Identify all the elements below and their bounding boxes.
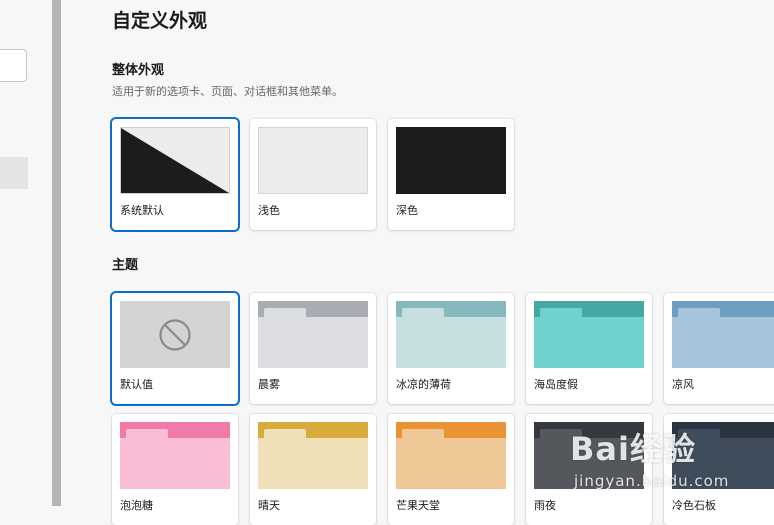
theme-tab xyxy=(540,308,582,320)
theme-label: 冰凉的薄荷 xyxy=(396,378,451,391)
theme-label: 海岛度假 xyxy=(534,378,578,391)
theme-label: 凉风 xyxy=(672,378,694,391)
theme-card-default[interactable]: 默认值 xyxy=(112,293,238,404)
theme-label: 晴天 xyxy=(258,499,280,512)
theme-card-morning-fog[interactable]: 晨雾 xyxy=(250,293,376,404)
theme-preview xyxy=(672,422,774,489)
theme-card-cool-mint[interactable]: 冰凉的薄荷 xyxy=(388,293,514,404)
theme-tab xyxy=(678,308,720,320)
theme-preview xyxy=(396,301,506,368)
theme-card-bubblegum[interactable]: 泡泡糖 xyxy=(112,414,238,525)
pane-divider xyxy=(52,0,61,506)
theme-label: 冷色石板 xyxy=(672,499,716,512)
theme-label: 泡泡糖 xyxy=(120,499,153,512)
system-default-swatch-icon xyxy=(121,128,229,193)
main-content: 自定义外观 整体外观 适用于新的选项卡、页面、对话框和其他菜单。 系统默认 浅色… xyxy=(61,0,774,525)
theme-body xyxy=(120,438,230,489)
appearance-option-light[interactable]: 浅色 xyxy=(250,119,376,230)
left-sidebar xyxy=(0,0,52,506)
theme-tab xyxy=(402,308,444,320)
theme-body xyxy=(534,438,644,489)
theme-card-cool-breeze[interactable]: 凉风 xyxy=(664,293,774,404)
light-preview xyxy=(258,127,368,194)
appearance-option-label: 浅色 xyxy=(258,204,280,217)
system-default-preview xyxy=(120,127,230,194)
theme-preview xyxy=(120,422,230,489)
theme-tab xyxy=(678,429,720,441)
sidebar-item-selected[interactable] xyxy=(0,157,28,189)
theme-body xyxy=(534,317,644,368)
appearance-option-dark[interactable]: 深色 xyxy=(388,119,514,230)
theme-label: 芒果天堂 xyxy=(396,499,440,512)
theme-body xyxy=(672,438,774,489)
theme-preview xyxy=(534,422,644,489)
theme-label: 晨雾 xyxy=(258,378,280,391)
none-icon xyxy=(159,318,191,351)
theme-tab xyxy=(402,429,444,441)
theme-body xyxy=(258,317,368,368)
theme-tab xyxy=(126,429,168,441)
theme-label: 雨夜 xyxy=(534,499,556,512)
theme-body xyxy=(672,317,774,368)
sidebar-search-input[interactable] xyxy=(0,49,27,82)
theme-preview xyxy=(396,422,506,489)
theme-preview xyxy=(258,422,368,489)
appearance-section-title: 整体外观 xyxy=(112,63,165,78)
appearance-option-label: 系统默认 xyxy=(120,204,164,217)
theme-card-rainy-night[interactable]: 雨夜 xyxy=(526,414,652,525)
appearance-option-label: 深色 xyxy=(396,204,418,217)
theme-card-sunny[interactable]: 晴天 xyxy=(250,414,376,525)
default-theme-preview xyxy=(120,301,230,368)
theme-tab xyxy=(540,429,582,441)
theme-body xyxy=(258,438,368,489)
theme-card-cool-slate[interactable]: 冷色石板 xyxy=(664,414,774,525)
theme-label: 默认值 xyxy=(120,378,153,391)
appearance-option-system[interactable]: 系统默认 xyxy=(112,119,238,230)
theme-card-island-vacation[interactable]: 海岛度假 xyxy=(526,293,652,404)
appearance-section-description: 适用于新的选项卡、页面、对话框和其他菜单。 xyxy=(112,85,343,98)
theme-body xyxy=(396,317,506,368)
theme-card-mango-paradise[interactable]: 芒果天堂 xyxy=(388,414,514,525)
theme-preview xyxy=(672,301,774,368)
dark-preview xyxy=(396,127,506,194)
theme-preview xyxy=(534,301,644,368)
theme-tab xyxy=(264,308,306,320)
page-title: 自定义外观 xyxy=(112,10,208,32)
theme-body xyxy=(396,438,506,489)
theme-preview xyxy=(258,301,368,368)
themes-section-title: 主题 xyxy=(112,258,139,273)
theme-tab xyxy=(264,429,306,441)
